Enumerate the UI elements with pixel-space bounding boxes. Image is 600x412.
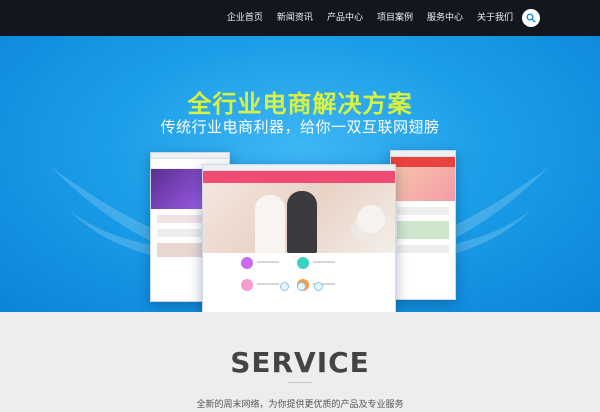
nav-item-news[interactable]: 新闻资讯 <box>270 0 320 36</box>
feature-circle-icon <box>241 279 253 291</box>
carousel-dots <box>280 282 323 291</box>
nav-item-products[interactable]: 产品中心 <box>320 0 370 36</box>
flowers <box>357 205 385 233</box>
service-title: SERVICE <box>230 346 370 379</box>
right-website-mockup <box>390 150 456 300</box>
search-button[interactable] <box>522 9 540 27</box>
mockup-line <box>257 283 279 285</box>
mockup-product-row <box>397 221 449 239</box>
hero-title: 全行业电商解决方案 <box>187 90 413 118</box>
mockup-banner <box>391 167 455 201</box>
mockup-line <box>397 207 449 215</box>
service-description: 全新的周末网络，为你提供更优质的产品及专业服务 <box>196 400 404 410</box>
feature-icons-grid <box>235 253 375 301</box>
nav-item-service[interactable]: 服务中心 <box>420 0 470 36</box>
hero-subtitle: 传统行业电商利器，给你一双互联网翅膀 <box>160 118 440 136</box>
bride-figure <box>255 195 285 253</box>
carousel-dot[interactable] <box>280 282 289 291</box>
mockup-line <box>397 245 449 253</box>
service-section: SERVICE 全新的周末网络，为你提供更优质的产品及专业服务 <box>0 312 600 412</box>
nav-item-about[interactable]: 关于我们 <box>470 0 520 36</box>
mockup-line <box>257 261 279 263</box>
search-icon <box>526 13 536 23</box>
mockup-header <box>203 171 395 183</box>
nav-item-home[interactable]: 企业首页 <box>220 0 270 36</box>
carousel-dot[interactable] <box>297 282 306 291</box>
main-nav: 企业首页 新闻资讯 产品中心 项目案例 服务中心 关于我们 <box>220 0 520 36</box>
feature-circle-icon <box>241 257 253 269</box>
service-divider <box>288 382 312 383</box>
wedding-photo <box>203 183 395 253</box>
mockup-line <box>313 261 335 263</box>
feature-circle-icon <box>297 257 309 269</box>
groom-figure <box>287 191 317 253</box>
top-navigation-bar: 企业首页 新闻资讯 产品中心 项目案例 服务中心 关于我们 <box>0 0 600 36</box>
hero-banner: 全行业电商解决方案 传统行业电商利器，给你一双互联网翅膀 <box>0 36 600 312</box>
mockup-header <box>391 157 455 167</box>
nav-item-cases[interactable]: 项目案例 <box>370 0 420 36</box>
carousel-dot[interactable] <box>314 282 323 291</box>
